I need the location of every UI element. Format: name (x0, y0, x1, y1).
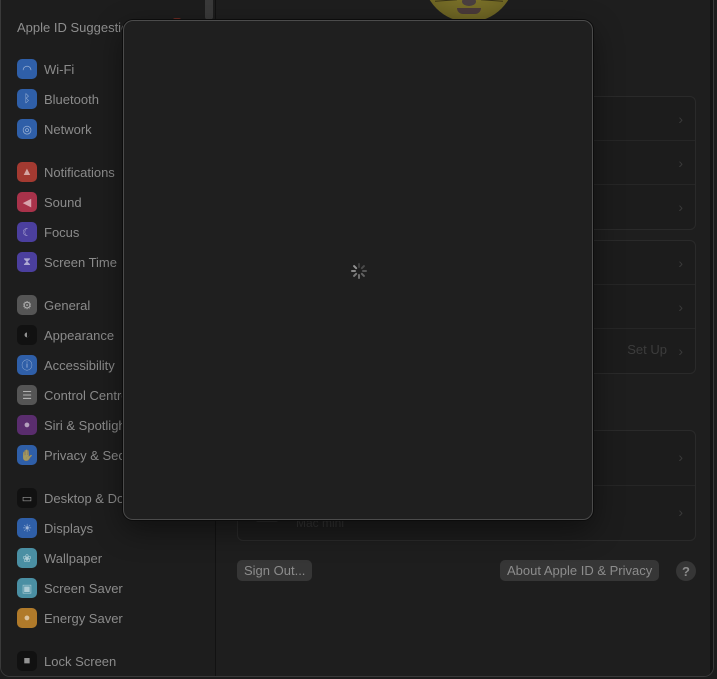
sidebar-scrollbar[interactable] (205, 0, 213, 20)
hourglass-icon: ⧗ (17, 252, 37, 272)
sidebar-item-bluetooth[interactable]: ᛒ Bluetooth (17, 88, 99, 110)
sidebar-item-label: Control Centre (44, 387, 129, 403)
sidebar-item-displays[interactable]: ☀ Displays (17, 517, 93, 539)
spinner-spoke (360, 264, 366, 270)
chevron-right-icon: › (678, 111, 683, 127)
sidebar-item-wallpaper[interactable]: ❀ Wallpaper (17, 547, 102, 569)
sidebar-item-label: Energy Saver (44, 610, 123, 626)
sidebar-item-label: Notifications (44, 164, 115, 180)
sidebar-item-label: Screen Saver (44, 580, 123, 596)
sidebar-item-accessibility[interactable]: ⓘ Accessibility (17, 354, 115, 376)
sidebar-item-network[interactable]: ◎ Network (17, 118, 92, 140)
about-apple-id-privacy-button[interactable]: About Apple ID & Privacy (500, 560, 660, 581)
sidebar-item-control-centre[interactable]: ☰ Control Centre (17, 384, 129, 406)
set-up-label: Set Up (627, 342, 667, 357)
spinner-spoke (358, 274, 360, 279)
sidebar-item-sound[interactable]: ◀ Sound (17, 191, 82, 213)
wifi-icon: ◠ (17, 59, 37, 79)
siri-icon: ● (17, 415, 37, 435)
gear-icon: ⚙ (17, 295, 37, 315)
sidebar-item-label: Wallpaper (44, 550, 103, 566)
spinner-spoke (360, 272, 366, 278)
sidebar-item-label: Displays (44, 520, 94, 536)
sidebar-item-label: Screen Time (44, 254, 117, 270)
sidebar-item-label: Appearance (44, 327, 115, 343)
sidebar-item-wi-fi[interactable]: ◠ Wi-Fi (17, 58, 74, 80)
sidebar-item-label: Lock Screen (44, 653, 117, 669)
sidebar-item-general[interactable]: ⚙ General (17, 294, 90, 316)
sidebar-item-desktop-dock[interactable]: ▭ Desktop & Dock (17, 487, 137, 509)
bell-icon: ▲ (17, 162, 37, 182)
sidebar-item-appearance[interactable]: ◐ Appearance (17, 324, 114, 346)
sidebar-item-label: Focus (44, 224, 80, 240)
toggles-icon: ☰ (17, 385, 37, 405)
sidebar-item-lock-screen[interactable]: ■ Lock Screen (17, 650, 116, 672)
chevron-right-icon: › (678, 255, 683, 271)
sidebar-item-siri-spotlight[interactable]: ● Siri & Spotlight (17, 414, 129, 436)
sidebar-item-notifications[interactable]: ▲ Notifications (17, 161, 115, 183)
hand-icon: ✋ (17, 445, 37, 465)
chevron-right-icon: › (678, 504, 683, 520)
sidebar-item-label: Sound (44, 194, 82, 210)
help-button[interactable]: ? (676, 561, 696, 581)
lock-icon: ■ (17, 651, 37, 671)
loading-sheet (123, 20, 593, 520)
avatar-mouth (457, 8, 481, 14)
sun-icon: ☀ (17, 518, 37, 538)
sidebar-item-label: Network (44, 121, 92, 137)
chevron-right-icon: › (678, 155, 683, 171)
chevron-right-icon: › (678, 299, 683, 315)
moon-icon: ☾ (17, 222, 37, 242)
appearance-icon: ◐ (17, 325, 37, 345)
sidebar-item-label: General (44, 297, 91, 313)
sidebar-item-label: Wi-Fi (44, 61, 75, 77)
bluetooth-icon: ᛒ (17, 89, 37, 109)
spinner-spoke (352, 272, 358, 278)
sidebar-item-label: Accessibility (44, 357, 115, 373)
sidebar-item-label: Siri & Spotlight (44, 417, 130, 433)
avatar[interactable] (423, 0, 515, 22)
chevron-right-icon: › (678, 449, 683, 465)
lightbulb-icon: ● (17, 608, 37, 628)
flower-icon: ❀ (17, 548, 37, 568)
speaker-icon: ◀ (17, 192, 37, 212)
chevron-right-icon: › (678, 343, 683, 359)
globe-icon: ◎ (17, 119, 37, 139)
avatar-nose (462, 0, 476, 6)
screensaver-icon: ▣ (17, 578, 37, 598)
sign-out-button[interactable]: Sign Out... (237, 560, 313, 581)
sidebar-item-screen-saver[interactable]: ▣ Screen Saver (17, 577, 123, 599)
dock-icon: ▭ (17, 488, 37, 508)
loading-spinner-icon (351, 263, 367, 279)
chevron-right-icon: › (678, 199, 683, 215)
sidebar-item-label: Bluetooth (44, 91, 99, 107)
sidebar-item-screen-time[interactable]: ⧗ Screen Time (17, 251, 117, 273)
spinner-spoke (362, 270, 367, 272)
sidebar-item-focus[interactable]: ☾ Focus (17, 221, 79, 243)
window-edge (710, 0, 713, 676)
spinner-spoke (351, 270, 356, 272)
accessibility-icon: ⓘ (17, 355, 37, 375)
spinner-spoke (352, 264, 358, 270)
sidebar-item-energy-saver[interactable]: ● Energy Saver (17, 607, 123, 629)
